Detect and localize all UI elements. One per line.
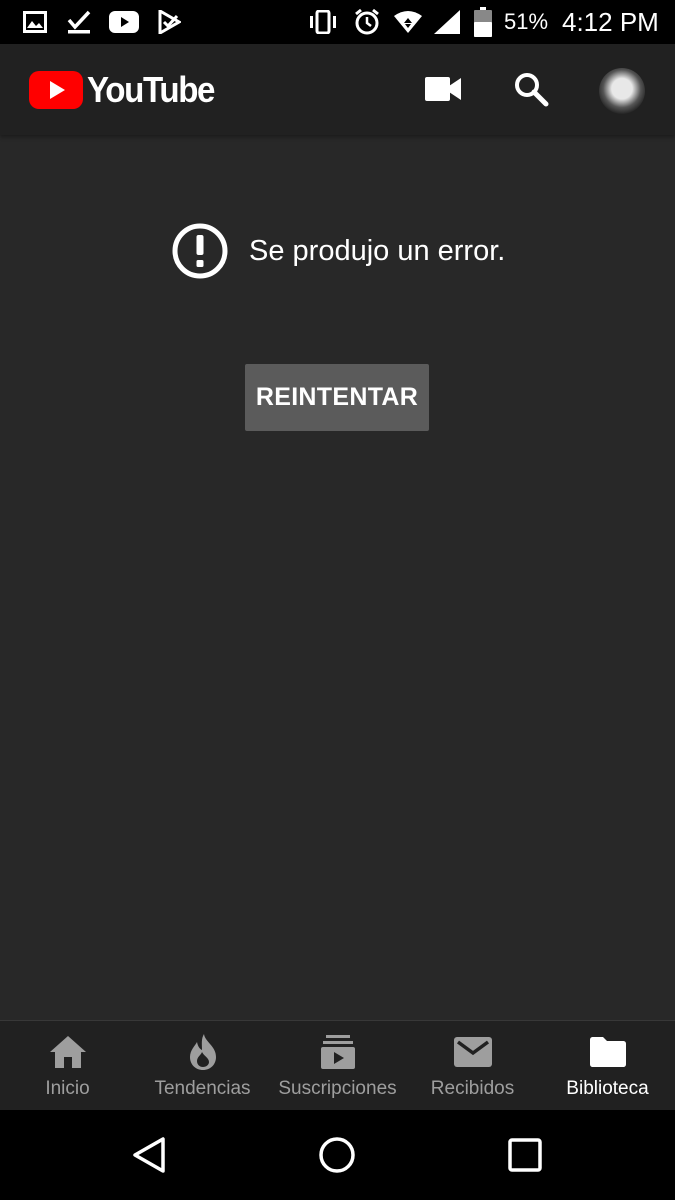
error-icon	[172, 223, 228, 279]
back-triangle-icon	[133, 1137, 165, 1173]
back-button[interactable]	[104, 1110, 194, 1200]
bottom-navigation: Inicio Tendencias Suscripciones Recibido…	[0, 1020, 675, 1110]
clock: 4:12 PM	[562, 7, 659, 37]
error-message: Se produjo un error.	[171, 222, 505, 280]
download-done-icon	[66, 0, 92, 44]
youtube-logo[interactable]: YouTube	[29, 69, 225, 110]
youtube-icon	[108, 0, 140, 44]
wifi-icon	[392, 0, 424, 44]
battery-icon	[472, 0, 494, 44]
recents-square-icon	[508, 1138, 542, 1172]
home-button[interactable]	[292, 1110, 382, 1200]
nav-label: Inicio	[45, 1078, 90, 1099]
app-bar: YouTube	[0, 44, 675, 135]
play-store-icon	[156, 0, 182, 44]
vibrate-icon	[306, 0, 340, 44]
mail-icon	[453, 1037, 492, 1067]
status-bar: 51% 4:12 PM	[0, 0, 675, 44]
system-navigation-bar	[0, 1110, 675, 1200]
home-icon	[49, 1036, 86, 1068]
nav-item-recibidos[interactable]: Recibidos	[405, 1021, 540, 1110]
upload-video-button[interactable]	[420, 66, 466, 112]
flame-icon	[189, 1034, 216, 1070]
retry-button[interactable]: REINTENTAR	[245, 364, 429, 431]
home-circle-icon	[319, 1137, 355, 1173]
nav-label: Biblioteca	[566, 1078, 649, 1099]
nav-label: Suscripciones	[278, 1078, 397, 1099]
logo-text: YouTube	[87, 69, 215, 110]
battery-percentage: 51%	[504, 9, 549, 34]
search-icon	[515, 73, 549, 107]
nav-item-suscripciones[interactable]: Suscripciones	[270, 1021, 405, 1110]
nav-label: Recibidos	[430, 1078, 515, 1099]
nav-item-tendencias[interactable]: Tendencias	[135, 1021, 270, 1110]
video-camera-icon	[425, 77, 461, 101]
subscriptions-icon	[320, 1035, 355, 1069]
search-button[interactable]	[508, 66, 554, 112]
recents-button[interactable]	[480, 1110, 570, 1200]
nav-label: Tendencias	[154, 1078, 251, 1099]
image-icon	[22, 0, 48, 44]
account-avatar[interactable]	[599, 68, 645, 114]
error-text: Se produjo un error.	[249, 234, 506, 267]
nav-item-biblioteca[interactable]: Biblioteca	[540, 1021, 675, 1110]
alarm-icon	[352, 0, 382, 44]
youtube-logo-icon	[29, 71, 83, 109]
nav-item-inicio[interactable]: Inicio	[0, 1021, 135, 1110]
signal-icon	[432, 0, 462, 44]
folder-icon	[589, 1037, 626, 1067]
